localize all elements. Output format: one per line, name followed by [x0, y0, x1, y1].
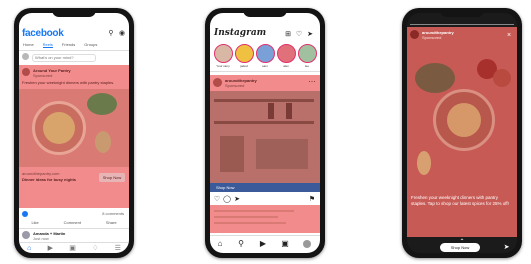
- home-icon[interactable]: ⌂: [215, 239, 225, 249]
- herbs: [415, 63, 455, 93]
- phone-notch: [440, 8, 484, 17]
- story-label: alex: [283, 64, 289, 68]
- share-icon[interactable]: ➤: [233, 195, 241, 203]
- story-phone: aroundthepantry Sponsored × Freshen your…: [402, 8, 522, 258]
- bell-icon[interactable]: ♢: [92, 244, 98, 252]
- pasta: [447, 103, 481, 137]
- tab-friends[interactable]: Friends: [62, 42, 75, 48]
- divider: [19, 228, 129, 229]
- messenger-icon[interactable]: ◉: [118, 29, 126, 37]
- story-label: Your story: [216, 64, 230, 68]
- send-icon[interactable]: ➤: [502, 243, 511, 252]
- phone-notch: [52, 8, 96, 17]
- story-avatar[interactable]: [235, 44, 254, 63]
- heart-icon[interactable]: ♡: [295, 30, 303, 38]
- shop-now-button[interactable]: Shop Now: [99, 173, 125, 182]
- facebook-logo: facebook: [22, 28, 64, 39]
- search-icon[interactable]: ⚲: [107, 29, 115, 37]
- tab-groups[interactable]: Groups: [84, 42, 97, 48]
- divider: [19, 50, 129, 51]
- post-image-kitchen: [210, 91, 320, 183]
- story-avatar[interactable]: [298, 44, 317, 63]
- story-avatar[interactable]: [214, 44, 233, 63]
- comment-count: 8 comments: [102, 211, 124, 216]
- profile-icon[interactable]: [303, 240, 311, 248]
- like-reaction-icon: [22, 211, 28, 217]
- menu-icon[interactable]: ☰: [115, 244, 121, 252]
- marketplace-icon[interactable]: ▣: [69, 244, 76, 252]
- reels-icon[interactable]: ▶: [258, 239, 268, 249]
- like-button[interactable]: Like: [31, 220, 38, 225]
- shelf: [214, 99, 314, 102]
- counter: [256, 139, 308, 169]
- facebook-screen: facebook ⚲ ◉ Home Reels Friends Groups W…: [19, 13, 129, 253]
- direct-message-icon[interactable]: ➤: [306, 30, 314, 38]
- add-icon[interactable]: ⊞: [284, 30, 292, 38]
- story-sponsored-label: Sponsored: [422, 35, 442, 40]
- tomato: [493, 69, 511, 87]
- account-avatar: [213, 78, 222, 87]
- story-avatar[interactable]: [256, 44, 275, 63]
- home-icon[interactable]: ⌂: [27, 245, 31, 252]
- ad-sponsored-label: Sponsored: [33, 73, 53, 78]
- story-label: sam: [262, 64, 268, 68]
- account-avatar: [410, 30, 419, 39]
- shop-icon[interactable]: ▣: [280, 239, 290, 249]
- story-label: lee: [304, 64, 309, 68]
- avatar: [22, 231, 30, 239]
- facebook-phone: facebook ⚲ ◉ Home Reels Friends Groups W…: [14, 8, 134, 258]
- divider: [210, 71, 320, 72]
- story-ad[interactable]: aroundthepantry Sponsored × Freshen your…: [407, 27, 517, 237]
- video-icon[interactable]: ▶: [48, 244, 53, 252]
- hanging-pan: [286, 103, 292, 119]
- shop-now-bar[interactable]: Shop Now: [210, 183, 320, 192]
- story-screen: aroundthepantry Sponsored × Freshen your…: [407, 13, 517, 253]
- cta-headline: Dinner ideas for busy nights: [22, 177, 77, 182]
- caption-line: [214, 216, 278, 218]
- close-icon[interactable]: ×: [505, 31, 513, 39]
- more-options-icon[interactable]: ⋯: [308, 78, 316, 86]
- post-header: aroundthepantry Sponsored ⋯: [210, 75, 320, 91]
- spoon: [417, 151, 431, 175]
- hanging-pan: [268, 103, 274, 119]
- ad-caption: Freshen your weeknight dinners with pant…: [22, 80, 115, 85]
- status-input[interactable]: What's on your mind?: [32, 54, 96, 62]
- divider: [210, 235, 320, 236]
- bookmark-icon[interactable]: ⚑: [308, 195, 316, 203]
- comment-button[interactable]: Comment: [64, 220, 81, 225]
- tab-reels[interactable]: Reels: [42, 42, 53, 48]
- cta-domain: aroundthepantry.com: [22, 171, 60, 176]
- post-actions: Like Comment Share: [19, 220, 129, 225]
- caption-line: [214, 222, 286, 224]
- avatar: [22, 53, 29, 60]
- instagram-phone: Instagram ⊞ ♡ ➤ Your story jaded sam ale…: [205, 8, 325, 258]
- next-post-time: Just now: [33, 236, 49, 241]
- comment-icon[interactable]: ◯: [223, 195, 231, 203]
- shelf: [214, 121, 314, 124]
- herbs: [87, 93, 117, 115]
- story-progress-bar: [410, 24, 514, 25]
- instagram-logo: Instagram: [214, 28, 267, 38]
- tab-home[interactable]: Home: [23, 42, 34, 48]
- search-icon[interactable]: ⚲: [236, 239, 246, 249]
- instagram-screen: Instagram ⊞ ♡ ➤ Your story jaded sam ale…: [210, 13, 320, 253]
- story-label: jaded: [240, 64, 248, 68]
- phone-notch: [243, 8, 287, 17]
- ad-food-image: [19, 89, 129, 167]
- bottom-nav: ⌂ ▶ ▣ ♢ ☰: [19, 242, 129, 253]
- post-sponsored-label: Sponsored: [225, 83, 245, 88]
- stove: [220, 136, 244, 172]
- page-avatar: [22, 68, 30, 76]
- pasta: [43, 112, 75, 144]
- post-caption-area: [210, 205, 320, 233]
- story-avatar[interactable]: [277, 44, 296, 63]
- caption-line: [214, 210, 294, 212]
- sponsored-ad[interactable]: Around Your Pantry Sponsored Freshen you…: [19, 65, 129, 208]
- spoon: [95, 131, 111, 153]
- like-icon[interactable]: ♡: [213, 195, 221, 203]
- share-button[interactable]: Share: [106, 220, 117, 225]
- facebook-tabs: Home Reels Friends Groups: [23, 42, 123, 48]
- story-caption: Freshen your weeknight dinners with pant…: [411, 195, 509, 206]
- shop-now-button[interactable]: Shop Now: [440, 243, 480, 252]
